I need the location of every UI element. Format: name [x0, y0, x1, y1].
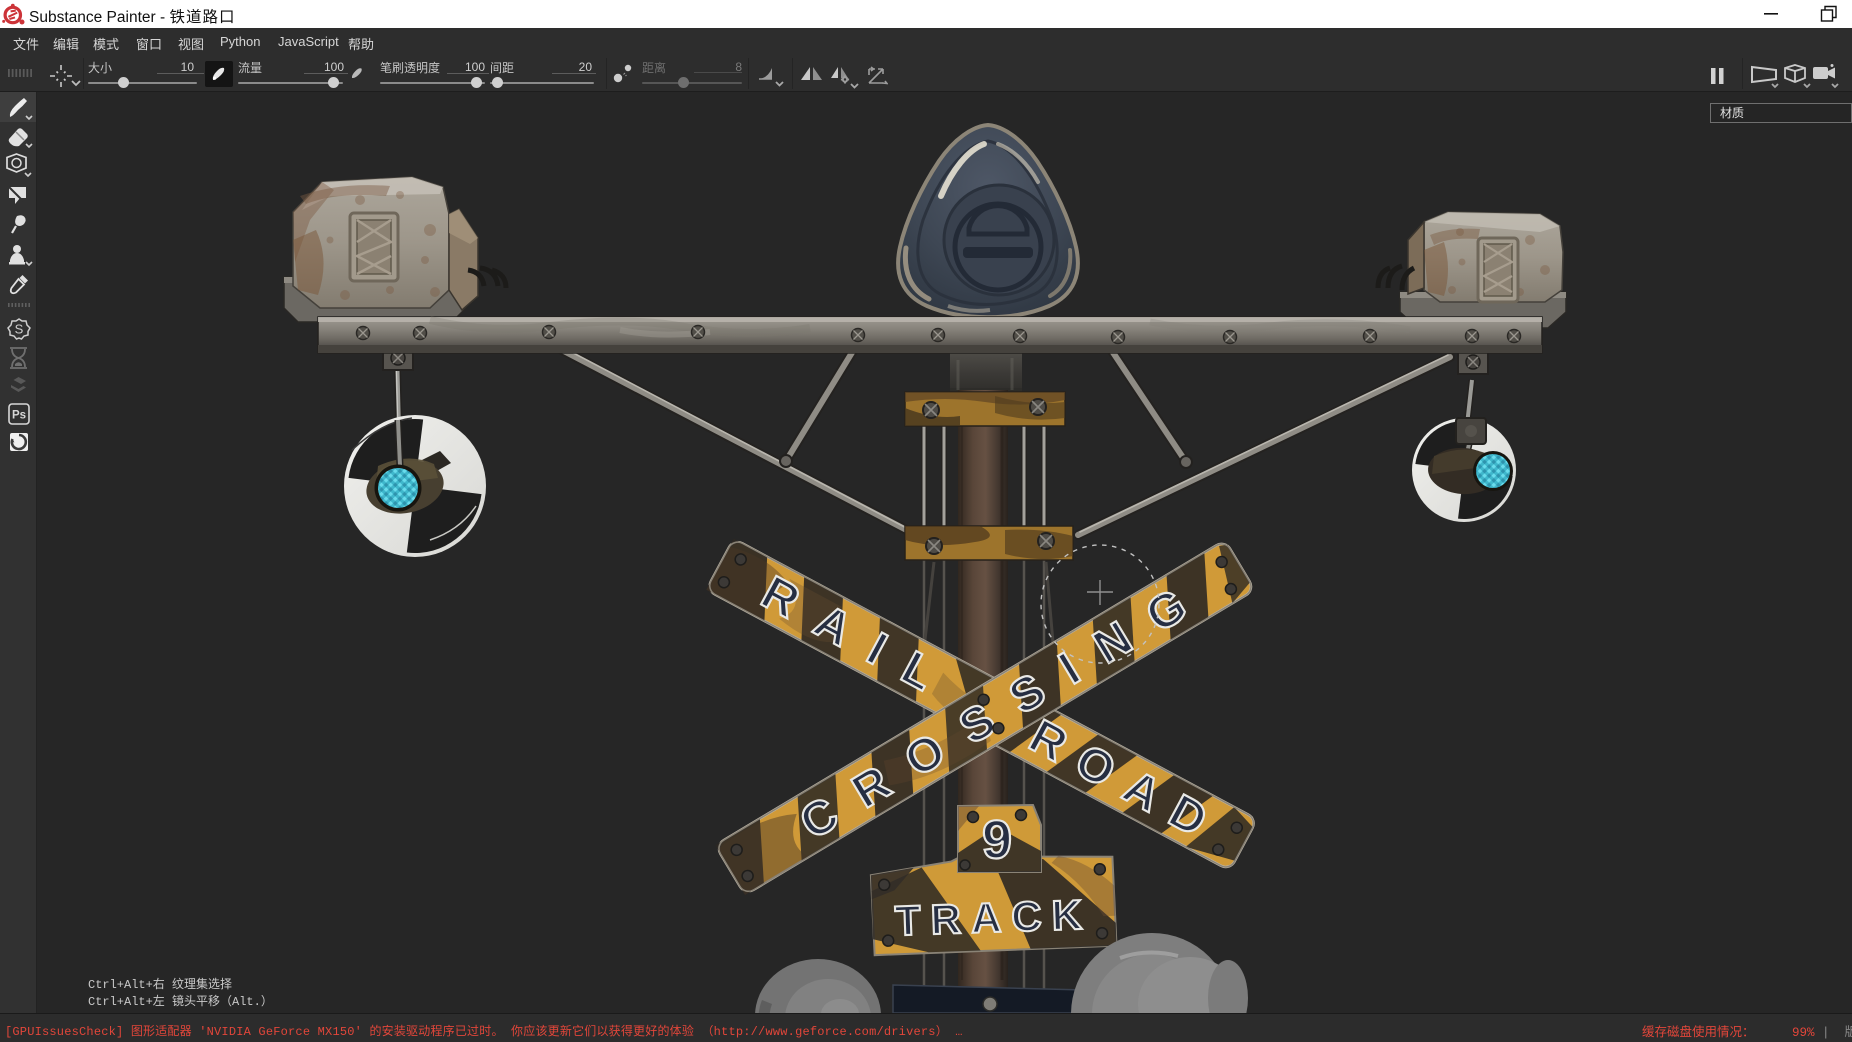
svg-text:9: 9: [982, 810, 1012, 870]
svg-text:Ps: Ps: [12, 410, 26, 422]
svg-text:S: S: [15, 322, 24, 337]
svg-text:TRACK: TRACK: [894, 891, 1093, 945]
svg-text:ROAD: ROAD: [1021, 709, 1231, 855]
svg-text:RAIL: RAIL: [753, 565, 966, 713]
